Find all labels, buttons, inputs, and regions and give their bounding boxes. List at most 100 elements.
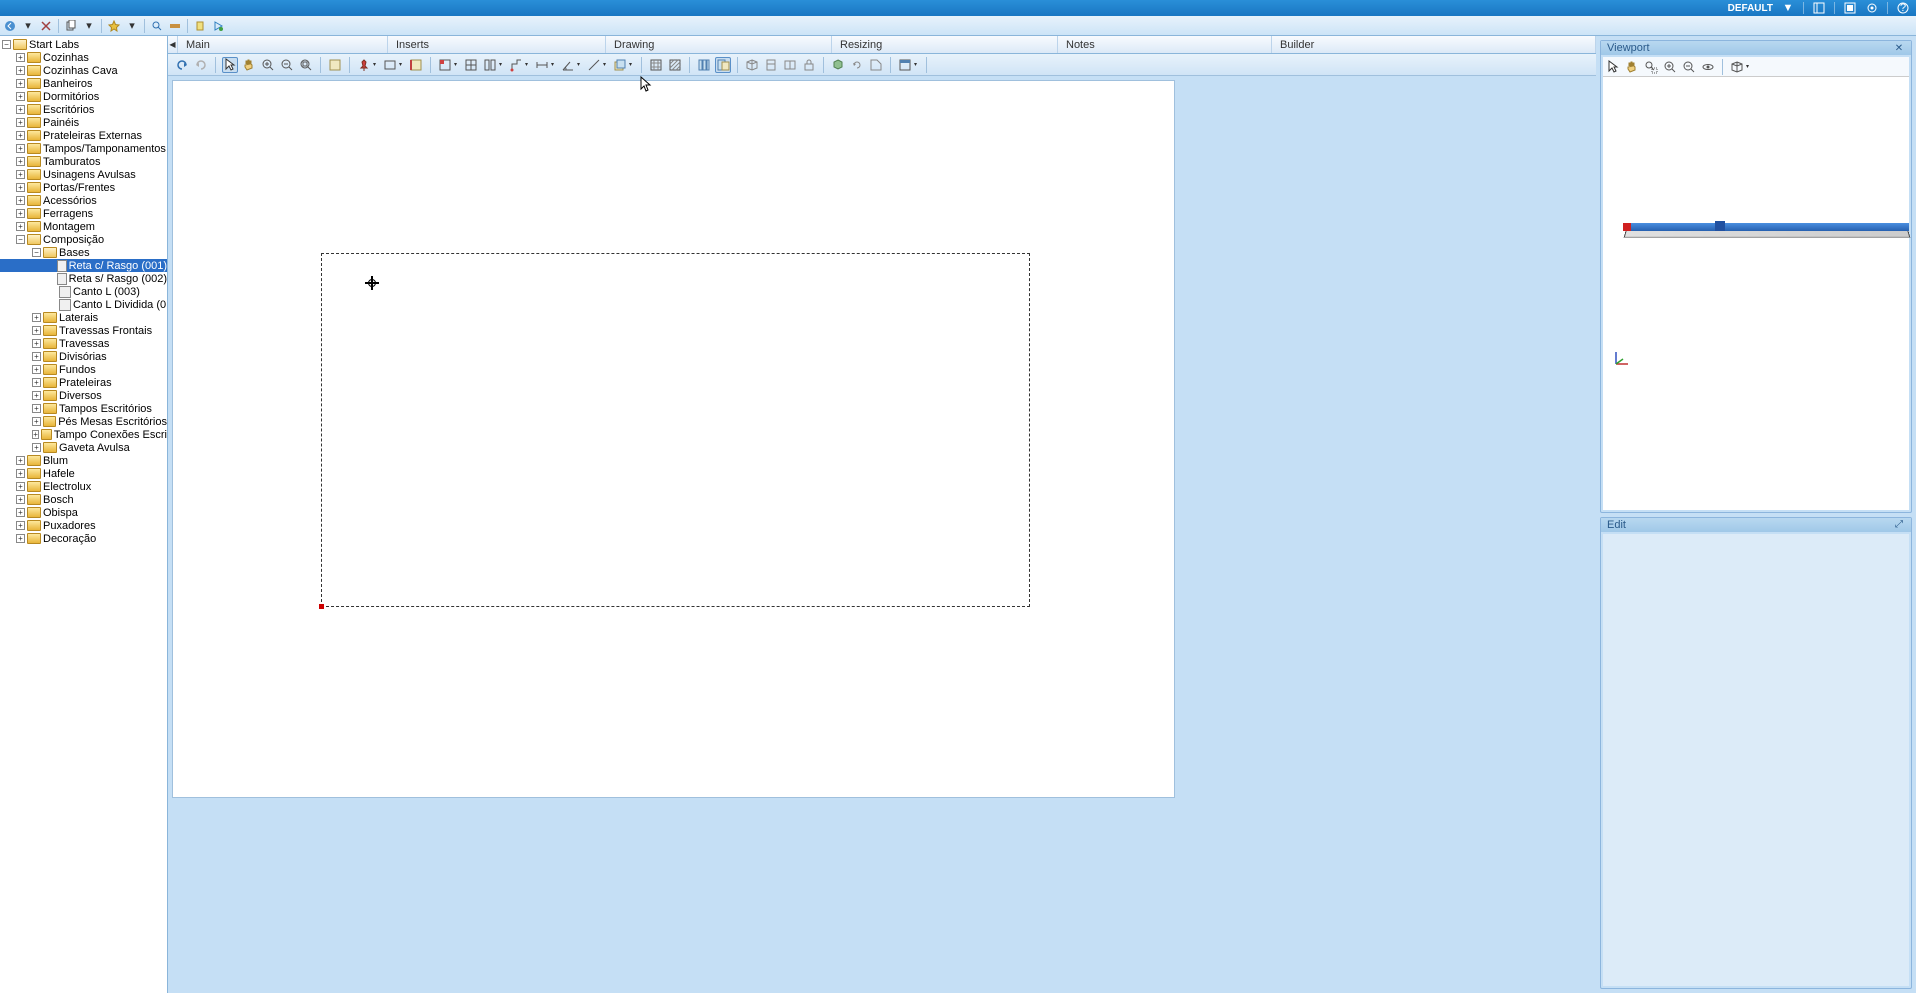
tree-item[interactable]: +Tamburatos <box>0 155 167 168</box>
collapse-icon[interactable]: − <box>32 248 41 257</box>
pan-icon[interactable] <box>241 57 257 73</box>
panel-edge-icon[interactable] <box>408 57 424 73</box>
expand-icon[interactable]: + <box>32 404 41 413</box>
window-icon[interactable] <box>897 57 913 73</box>
tab-notes[interactable]: Notes <box>1058 36 1272 53</box>
expand-icon[interactable]: + <box>16 495 25 504</box>
titlebar-dropdown-icon[interactable]: ▼ <box>1781 1 1795 15</box>
panel-header[interactable]: Viewport ✕ <box>1601 41 1911 55</box>
columns-icon[interactable] <box>696 57 712 73</box>
tree-leaf[interactable]: Canto L Dividida (0 <box>0 298 167 311</box>
expand-icon[interactable]: + <box>32 339 41 348</box>
expand-icon[interactable]: + <box>16 118 25 127</box>
expand-icon[interactable]: + <box>32 443 41 452</box>
expand-icon[interactable]: + <box>16 144 25 153</box>
angle-icon[interactable] <box>560 57 576 73</box>
line-icon[interactable] <box>586 57 602 73</box>
tree-item[interactable]: +Tampos Escritórios <box>0 402 167 415</box>
corner-tl-icon[interactable] <box>437 57 453 73</box>
dropdown-icon[interactable]: ▾ <box>499 61 505 68</box>
pointer-icon[interactable] <box>222 57 238 73</box>
dropdown-icon[interactable]: ▾ <box>399 61 405 68</box>
star-icon[interactable] <box>106 18 122 34</box>
dropdown-icon[interactable]: ▾ <box>454 61 460 68</box>
cube-view-icon[interactable] <box>1729 59 1745 75</box>
zoom-extents-icon[interactable] <box>298 57 314 73</box>
tools-icon[interactable] <box>167 18 183 34</box>
viewport-handle-blue[interactable] <box>1715 221 1725 231</box>
tree-item[interactable]: +Hafele <box>0 467 167 480</box>
back-drop-icon[interactable]: ▾ <box>20 18 36 34</box>
tree-item[interactable]: +Bosch <box>0 493 167 506</box>
expand-icon[interactable]: + <box>32 378 41 387</box>
route-icon[interactable] <box>508 57 524 73</box>
zoom-in-icon[interactable] <box>1662 59 1678 75</box>
hatch-icon[interactable] <box>667 57 683 73</box>
tree-item[interactable]: +Tampo Conexões Escri <box>0 428 167 441</box>
drawing-canvas[interactable] <box>172 80 1175 798</box>
tree-item[interactable]: +Decoração <box>0 532 167 545</box>
tree-item[interactable]: +Divisórias <box>0 350 167 363</box>
tree-item[interactable]: +Electrolux <box>0 480 167 493</box>
expand-icon[interactable]: + <box>32 430 39 439</box>
tree-item[interactable]: +Tampos/Tamponamentos <box>0 142 167 155</box>
collapse-icon[interactable]: − <box>16 235 25 244</box>
expand-icon[interactable]: + <box>32 417 41 426</box>
expand-icon[interactable]: + <box>16 183 25 192</box>
expand-icon[interactable]: + <box>16 521 25 530</box>
zoom-window-icon[interactable] <box>1643 59 1659 75</box>
titlebar-panel-icon[interactable] <box>1812 1 1826 15</box>
rect-icon[interactable] <box>382 57 398 73</box>
table-icon[interactable] <box>463 57 479 73</box>
expand-icon[interactable]: + <box>16 209 25 218</box>
tree-item[interactable]: +Cozinhas <box>0 51 167 64</box>
grid-icon[interactable] <box>648 57 664 73</box>
anchor-point[interactable] <box>319 604 324 609</box>
tree-item[interactable]: +Escritórios <box>0 103 167 116</box>
tab-resizing[interactable]: Resizing <box>832 36 1058 53</box>
expand-icon[interactable]: + <box>16 66 25 75</box>
tab-inserts[interactable]: Inserts <box>388 36 606 53</box>
pin-icon[interactable] <box>356 57 372 73</box>
tree-root[interactable]: − Start Labs <box>0 38 167 51</box>
panel-header[interactable]: Edit ⤢ <box>1601 518 1911 532</box>
expand-icon[interactable]: + <box>16 131 25 140</box>
tree-item[interactable]: +Prateleiras <box>0 376 167 389</box>
back-icon[interactable] <box>2 18 18 34</box>
tree-item[interactable]: +Gaveta Avulsa <box>0 441 167 454</box>
tree-item[interactable]: +Diversos <box>0 389 167 402</box>
tree-leaf[interactable]: Reta s/ Rasgo (002) <box>0 272 167 285</box>
zoom-out-icon[interactable] <box>1681 59 1697 75</box>
expand-icon[interactable]: + <box>32 365 41 374</box>
pointer-icon[interactable] <box>1605 59 1621 75</box>
box1-icon[interactable] <box>744 57 760 73</box>
tree-item[interactable]: +Obispa <box>0 506 167 519</box>
expand-icon[interactable]: + <box>16 170 25 179</box>
tree-item[interactable]: +Usinagens Avulsas <box>0 168 167 181</box>
expand-icon[interactable]: + <box>16 469 25 478</box>
expand-icon[interactable]: + <box>32 326 41 335</box>
expand-icon[interactable]: + <box>16 92 25 101</box>
expand-icon[interactable]: + <box>32 313 41 322</box>
expand-icon[interactable]: + <box>32 391 41 400</box>
tab-main[interactable]: Main <box>178 36 388 53</box>
tree-item[interactable]: +Montagem <box>0 220 167 233</box>
hex-icon[interactable] <box>830 57 846 73</box>
tree-item[interactable]: +Ferragens <box>0 207 167 220</box>
dimension-icon[interactable] <box>534 57 550 73</box>
tree-item[interactable]: +Laterais <box>0 311 167 324</box>
tree-item[interactable]: +Fundos <box>0 363 167 376</box>
orbit-icon[interactable] <box>1700 59 1716 75</box>
tab-builder[interactable]: Builder <box>1272 36 1596 53</box>
tree-item-composicao[interactable]: −Composição <box>0 233 167 246</box>
refresh-icon[interactable] <box>849 57 865 73</box>
titlebar-app-icon[interactable] <box>1843 1 1857 15</box>
tab-scroll-left-icon[interactable]: ◀ <box>168 36 178 53</box>
dropdown-icon[interactable]: ▾ <box>603 61 609 68</box>
expand-icon[interactable]: + <box>16 105 25 114</box>
dropdown-icon[interactable]: ▾ <box>1746 63 1752 70</box>
expand-icon[interactable]: ⤢ <box>1893 519 1905 531</box>
expand-icon[interactable]: + <box>16 508 25 517</box>
dropdown-icon[interactable]: ▾ <box>525 61 531 68</box>
expand-icon[interactable]: + <box>16 456 25 465</box>
